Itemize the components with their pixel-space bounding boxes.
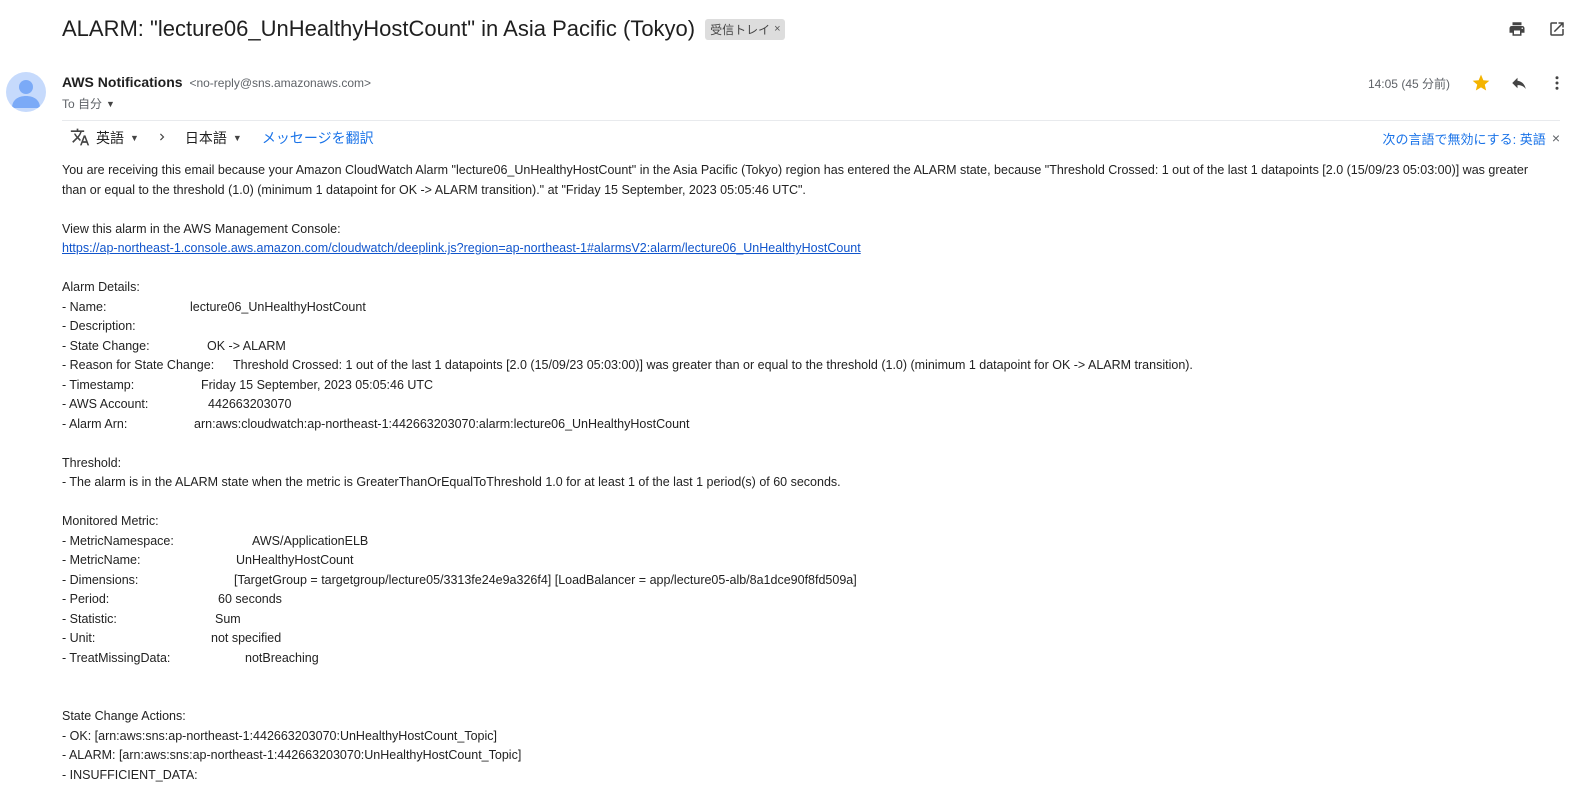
sender-name[interactable]: AWS Notifications: [62, 74, 183, 90]
detail-key: - State Change:: [62, 338, 150, 353]
disable-translation-link[interactable]: 次の言語で無効にする: 英語: [1382, 129, 1545, 148]
metric-row: - Unit: not specified: [62, 629, 1552, 649]
detail-key: - Name:: [62, 299, 107, 314]
metric-value: notBreaching: [245, 650, 319, 665]
detail-key: - Timestamp:: [62, 377, 135, 392]
print-icon[interactable]: [1506, 18, 1528, 40]
detail-key: - Alarm Arn:: [62, 416, 128, 431]
detail-row: - Name: lecture06_UnHealthyHostCount: [62, 298, 1552, 318]
actions-heading: State Change Actions:: [62, 709, 186, 723]
detail-row: - AWS Account: 442663203070: [62, 395, 1552, 415]
detail-value: Threshold Crossed: 1 out of the last 1 d…: [233, 358, 1193, 372]
detail-row: - State Change: OK -> ALARM: [62, 337, 1552, 357]
detail-key: - Description:: [62, 319, 136, 333]
close-icon[interactable]: ×: [1552, 130, 1560, 146]
remove-label-icon[interactable]: ×: [774, 23, 780, 35]
metric-key: - TreatMissingData:: [62, 650, 171, 665]
source-language-select[interactable]: 英語 ▼: [96, 128, 139, 148]
email-subject: ALARM: "lecture06_UnHealthyHostCount" in…: [62, 16, 696, 41]
subject-row: ALARM: "lecture06_UnHealthyHostCount" in…: [62, 16, 785, 42]
metric-heading: Monitored Metric:: [62, 514, 159, 528]
email-body: You are receiving this email because you…: [62, 161, 1552, 785]
translation-controls: 英語 ▼ 日本語 ▼ メッセージを翻訳: [70, 127, 374, 150]
action-item: - INSUFFICIENT_DATA:: [62, 767, 198, 782]
metric-key: - Unit:: [62, 631, 96, 645]
metric-row: - Period: 60 seconds: [62, 590, 1552, 610]
alarm-details-heading: Alarm Details:: [62, 280, 140, 294]
detail-key: - Reason for State Change:: [62, 358, 215, 372]
metric-value: Sum: [215, 611, 241, 626]
target-language-label: 日本語: [184, 130, 227, 146]
metric-row: - Statistic: Sum: [62, 610, 1552, 630]
threshold-text: - The alarm is in the ALARM state when t…: [62, 475, 841, 489]
sender-email: <no-reply@sns.amazonaws.com>: [189, 76, 372, 90]
reply-icon[interactable]: [1508, 72, 1530, 94]
metric-value: AWS/ApplicationELB: [252, 533, 369, 548]
detail-key: - AWS Account:: [62, 397, 149, 411]
more-options-icon[interactable]: [1546, 72, 1568, 94]
top-actions: [1506, 18, 1568, 40]
detail-row: - Reason for State Change: Threshold Cro…: [62, 356, 1552, 376]
recipients-toggle[interactable]: To 自分 ▼: [62, 95, 115, 112]
metric-key: - MetricName:: [62, 553, 141, 567]
metric-value: [TargetGroup = targetgroup/lecture05/331…: [234, 572, 857, 587]
metric-value: UnHealthyHostCount: [236, 553, 354, 567]
caret-down-icon: ▼: [232, 133, 242, 143]
console-label: View this alarm in the AWS Management Co…: [62, 221, 341, 236]
open-new-window-icon[interactable]: [1546, 18, 1568, 40]
metric-value: not specified: [211, 631, 282, 645]
detail-row: - Timestamp: Friday 15 September, 2023 0…: [62, 376, 1552, 396]
detail-value: 442663203070: [208, 397, 292, 411]
action-item: - OK: [arn:aws:sns:ap-northeast-1:442663…: [62, 728, 497, 743]
timestamp: 14:05 (45 分前): [1367, 76, 1450, 91]
target-language-select[interactable]: 日本語 ▼: [185, 128, 242, 148]
source-language-label: 英語: [96, 130, 124, 146]
disable-translation: 次の言語で無効にする: 英語 ×: [1382, 129, 1560, 148]
action-item: - ALARM: [arn:aws:sns:ap-northeast-1:442…: [62, 748, 522, 762]
inbox-label-chip[interactable]: 受信トレイ ×: [705, 18, 785, 40]
sender-row: AWS Notifications <no-reply@sns.amazonaw…: [62, 74, 371, 90]
metric-key: - Dimensions:: [62, 572, 139, 587]
chevron-right-icon: [155, 130, 169, 147]
recipients-text: To 自分: [62, 97, 103, 111]
metric-value: 60 seconds: [218, 592, 282, 606]
detail-row: - Alarm Arn: arn:aws:cloudwatch:ap-north…: [62, 415, 1552, 435]
threshold-heading: Threshold:: [62, 455, 122, 470]
message-meta: 14:05 (45 分前): [1368, 72, 1568, 94]
metric-key: - MetricNamespace:: [62, 533, 174, 548]
label-chip-text: 受信トレイ: [710, 22, 771, 37]
detail-row: - Description:: [62, 317, 1552, 337]
metric-key: - Statistic:: [62, 611, 117, 626]
detail-value: arn:aws:cloudwatch:ap-northeast-1:442663…: [194, 416, 690, 431]
chevron-down-icon: ▼: [106, 98, 115, 109]
detail-value: OK -> ALARM: [207, 338, 286, 353]
detail-value: lecture06_UnHealthyHostCount: [190, 299, 366, 314]
translation-bar: 英語 ▼ 日本語 ▼ メッセージを翻訳 次の言語で無効にする: 英語 ×: [62, 120, 1560, 155]
intro-paragraph: You are receiving this email because you…: [62, 163, 1528, 197]
avatar: [6, 72, 46, 112]
console-link[interactable]: https://ap-northeast-1.console.aws.amazo…: [62, 241, 861, 255]
metric-row: - TreatMissingData: notBreaching: [62, 649, 1552, 669]
star-icon[interactable]: [1470, 72, 1492, 94]
metric-row: - MetricName: UnHealthyHostCount: [62, 551, 1552, 571]
metric-row: - MetricNamespace: AWS/ApplicationELB: [62, 532, 1552, 552]
metric-row: - Dimensions: [TargetGroup = targetgroup…: [62, 571, 1552, 591]
translate-message-link[interactable]: メッセージを翻訳: [262, 128, 374, 148]
detail-value: Friday 15 September, 2023 05:05:46 UTC: [201, 377, 434, 392]
metric-key: - Period:: [62, 592, 110, 606]
translate-icon: [70, 127, 90, 150]
caret-down-icon: ▼: [130, 133, 139, 143]
